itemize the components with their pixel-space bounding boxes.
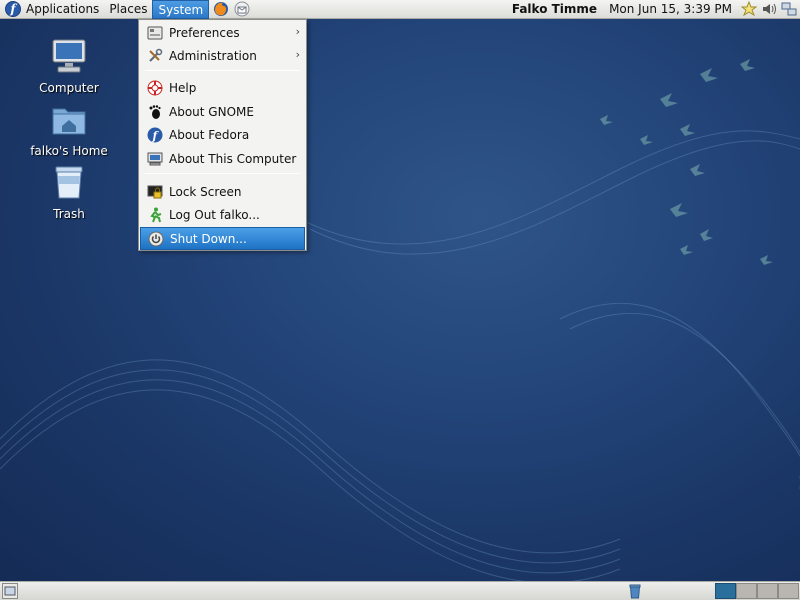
workspace-4[interactable] <box>778 583 799 599</box>
show-desktop-button[interactable] <box>2 583 18 599</box>
show-desktop-icon <box>4 586 16 596</box>
menu-item-label: Shut Down... <box>170 231 247 246</box>
menu-item-shut-down[interactable]: Shut Down... <box>140 227 305 250</box>
desktop-icon-label: falko's Home <box>30 144 108 158</box>
lock-screen-icon <box>147 185 163 198</box>
volume-control[interactable] <box>760 0 778 18</box>
menu-item-administration[interactable]: Administration › <box>140 44 305 67</box>
computer-icon <box>52 39 86 73</box>
desktop-icon-home[interactable]: falko's Home <box>29 99 109 158</box>
menu-separator <box>145 173 300 174</box>
log-out-icon <box>150 207 162 222</box>
menu-item-preferences[interactable]: Preferences › <box>140 21 305 44</box>
menu-item-log-out[interactable]: Log Out falko... <box>140 203 305 226</box>
top-panel: f Applications Places System Falko Timme… <box>0 0 800 19</box>
firefox-launcher[interactable] <box>212 0 230 18</box>
shutdown-icon <box>148 231 164 246</box>
network-icon <box>781 2 797 16</box>
chevron-right-icon: › <box>295 25 300 38</box>
desktop-icon-trash[interactable]: Trash <box>29 162 109 221</box>
user-name[interactable]: Falko Timme <box>512 2 597 16</box>
menu-item-label: About Fedora <box>169 127 250 142</box>
update-star-icon <box>741 1 757 17</box>
update-notifier[interactable] <box>740 0 758 18</box>
computer-icon <box>147 152 163 165</box>
chevron-right-icon: › <box>295 48 300 61</box>
menu-item-about-fedora[interactable]: f About Fedora <box>140 123 305 146</box>
wallpaper-decoration <box>0 59 800 581</box>
gnome-foot-icon <box>149 104 161 119</box>
menu-item-label: Lock Screen <box>169 184 242 199</box>
places-menu[interactable]: Places <box>104 0 152 19</box>
menu-item-label: About GNOME <box>169 104 254 119</box>
menu-item-label: Help <box>169 80 197 95</box>
volume-icon <box>763 3 776 15</box>
menu-separator <box>145 70 300 71</box>
trash-icon <box>55 166 83 199</box>
desktop-background[interactable]: Computer falko's Home Trash <box>0 19 800 581</box>
workspace-1[interactable] <box>715 583 736 599</box>
workspace-2[interactable] <box>736 583 757 599</box>
menu-item-label: Log Out falko... <box>169 207 260 222</box>
desktop-icon-label: Trash <box>53 207 85 221</box>
clock[interactable]: Mon Jun 15, 3:39 PM <box>609 2 732 16</box>
preferences-icon <box>147 26 163 39</box>
workspace-3[interactable] <box>757 583 778 599</box>
fedora-icon: f <box>147 127 163 142</box>
trash-applet[interactable] <box>627 583 643 599</box>
home-folder-icon <box>52 108 86 135</box>
network-status[interactable] <box>780 0 798 18</box>
mail-client-icon <box>234 1 250 17</box>
applications-menu[interactable]: Applications <box>21 0 104 19</box>
menu-item-label: Preferences <box>169 25 240 40</box>
mail-launcher[interactable] <box>233 0 251 18</box>
menu-item-about-gnome[interactable]: About GNOME <box>140 100 305 123</box>
menu-item-lock-screen[interactable]: Lock Screen <box>140 180 305 203</box>
desktop-icon-label: Computer <box>39 81 99 95</box>
menu-item-label: About This Computer <box>169 151 297 166</box>
system-menu-popup: Preferences › Administration › Help Abou… <box>138 19 307 251</box>
trash-icon <box>629 584 641 599</box>
system-menu[interactable]: System <box>152 0 210 19</box>
menu-item-about-this-computer[interactable]: About This Computer <box>140 147 305 170</box>
bottom-panel <box>0 581 800 600</box>
administration-icon <box>149 48 163 62</box>
help-icon <box>147 80 163 95</box>
menu-item-label: Administration <box>169 48 257 63</box>
firefox-icon <box>214 2 229 16</box>
desktop-icon-computer[interactable]: Computer <box>29 36 109 95</box>
fedora-icon[interactable]: f <box>5 1 21 17</box>
menu-item-help[interactable]: Help <box>140 76 305 99</box>
